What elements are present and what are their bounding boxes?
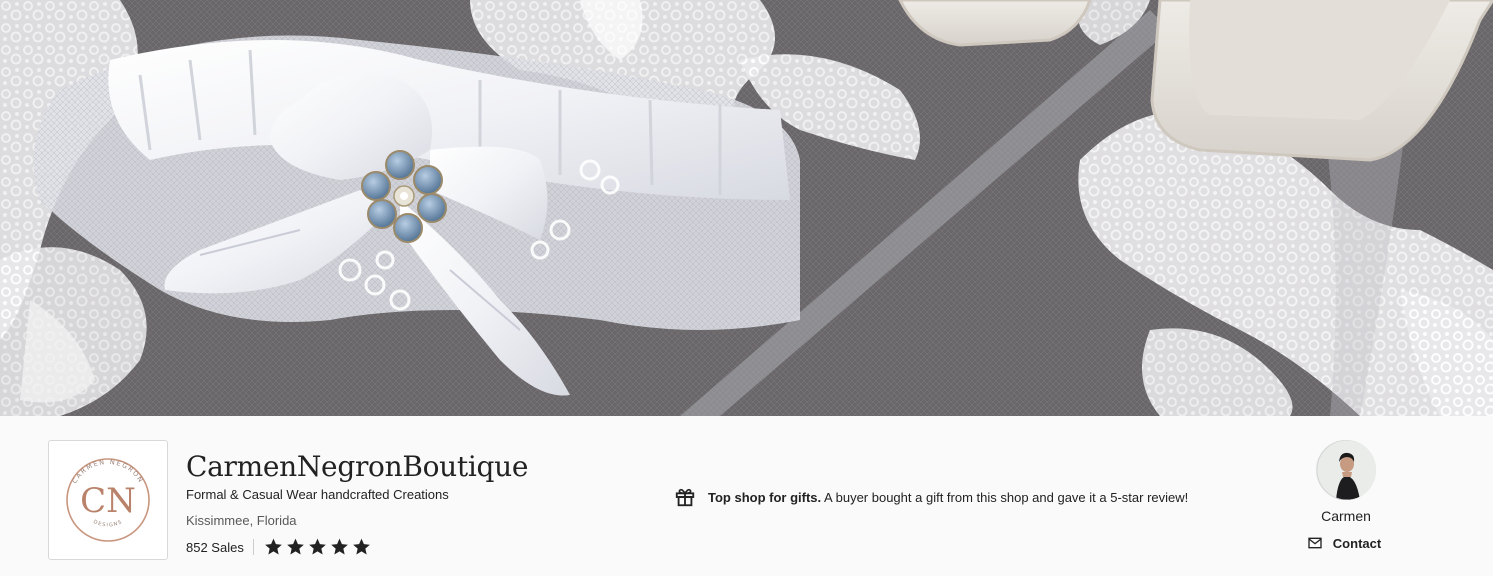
owner-avatar[interactable] xyxy=(1316,440,1376,500)
shop-tagline: Formal & Casual Wear handcrafted Creatio… xyxy=(186,487,449,502)
logo-monogram: CN xyxy=(80,481,136,521)
shop-logo-image: CARMEN NEGRON CN DESIGNS xyxy=(66,458,150,542)
shop-owner: Carmen Contact xyxy=(1300,440,1392,551)
sales-rating-row: 852 Sales xyxy=(186,536,528,558)
shop-info: CarmenNegronBoutique Formal & Casual Wea… xyxy=(186,448,528,558)
gift-icon xyxy=(675,488,695,507)
banner-photo xyxy=(0,0,1493,416)
shop-banner-image xyxy=(0,0,1493,416)
star-icon xyxy=(308,538,326,555)
gift-message: Top shop for gifts. A buyer bought a gif… xyxy=(674,486,1188,508)
contact-button[interactable]: Contact xyxy=(1296,535,1392,551)
sales-count[interactable]: 852 Sales xyxy=(186,540,244,555)
divider xyxy=(252,539,254,555)
shop-logo[interactable]: CARMEN NEGRON CN DESIGNS xyxy=(48,440,168,560)
shop-header: CARMEN NEGRON CN DESIGNS CarmenNegronBou… xyxy=(0,416,1493,576)
star-icon xyxy=(286,538,304,555)
star-rating[interactable] xyxy=(263,537,372,557)
gift-message-text: Top shop for gifts. A buyer bought a gif… xyxy=(708,490,1188,505)
mail-icon xyxy=(1308,537,1322,549)
star-icon xyxy=(330,538,348,555)
star-icon xyxy=(352,538,370,555)
gift-message-bold: Top shop for gifts. xyxy=(708,489,822,505)
contact-label: Contact xyxy=(1332,535,1382,551)
owner-name[interactable]: Carmen xyxy=(1300,507,1392,525)
gift-message-body: A buyer bought a gift from this shop and… xyxy=(824,489,1189,505)
star-icon xyxy=(264,538,282,555)
shop-name: CarmenNegronBoutique xyxy=(186,450,529,483)
shop-location: Kissimmee, Florida xyxy=(186,513,297,528)
